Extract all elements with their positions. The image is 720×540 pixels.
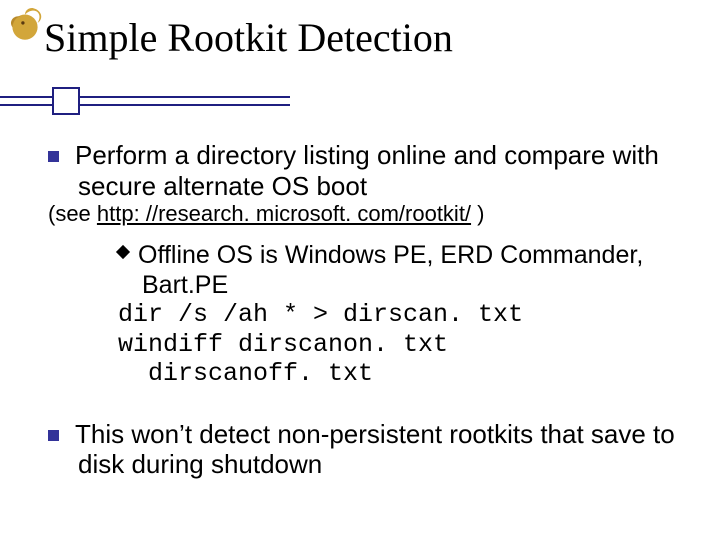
- square-bullet-icon: [48, 430, 59, 441]
- sub-bullet-block: Offline OS is Windows PE, ERD Commander,…: [48, 241, 700, 389]
- bullet-item-2: This won’t detect non-persistent rootkit…: [48, 419, 700, 480]
- see-suffix: ): [471, 201, 484, 226]
- bullet-1-text: Perform a directory listing online and c…: [75, 140, 659, 201]
- bullet-1-see: (see http: //research. microsoft. com/ro…: [78, 201, 700, 227]
- sub-bullet-1: Offline OS is Windows PE, ERD Commander,…: [118, 241, 700, 300]
- see-prefix: (see: [48, 201, 97, 226]
- bullet-2-text: This won’t detect non-persistent rootkit…: [75, 419, 675, 480]
- diamond-bullet-icon: [116, 245, 130, 259]
- slide-title: Simple Rootkit Detection: [44, 14, 453, 61]
- logo-icon: [4, 4, 46, 46]
- slide: Simple Rootkit Detection Perform a direc…: [0, 0, 720, 540]
- see-link[interactable]: http: //research. microsoft. com/rootkit…: [97, 201, 471, 226]
- square-bullet-icon: [48, 151, 59, 162]
- bullet-item-1: Perform a directory listing online and c…: [48, 140, 700, 227]
- command-line-2: windiff dirscanon. txt dirscanoff. txt: [118, 330, 700, 389]
- title-underline: [0, 96, 290, 106]
- command-line-1: dir /s /ah * > dirscan. txt: [118, 300, 700, 330]
- sub-bullet-1-text: Offline OS is Windows PE, ERD Commander,…: [138, 241, 643, 299]
- slide-body: Perform a directory listing online and c…: [48, 140, 700, 480]
